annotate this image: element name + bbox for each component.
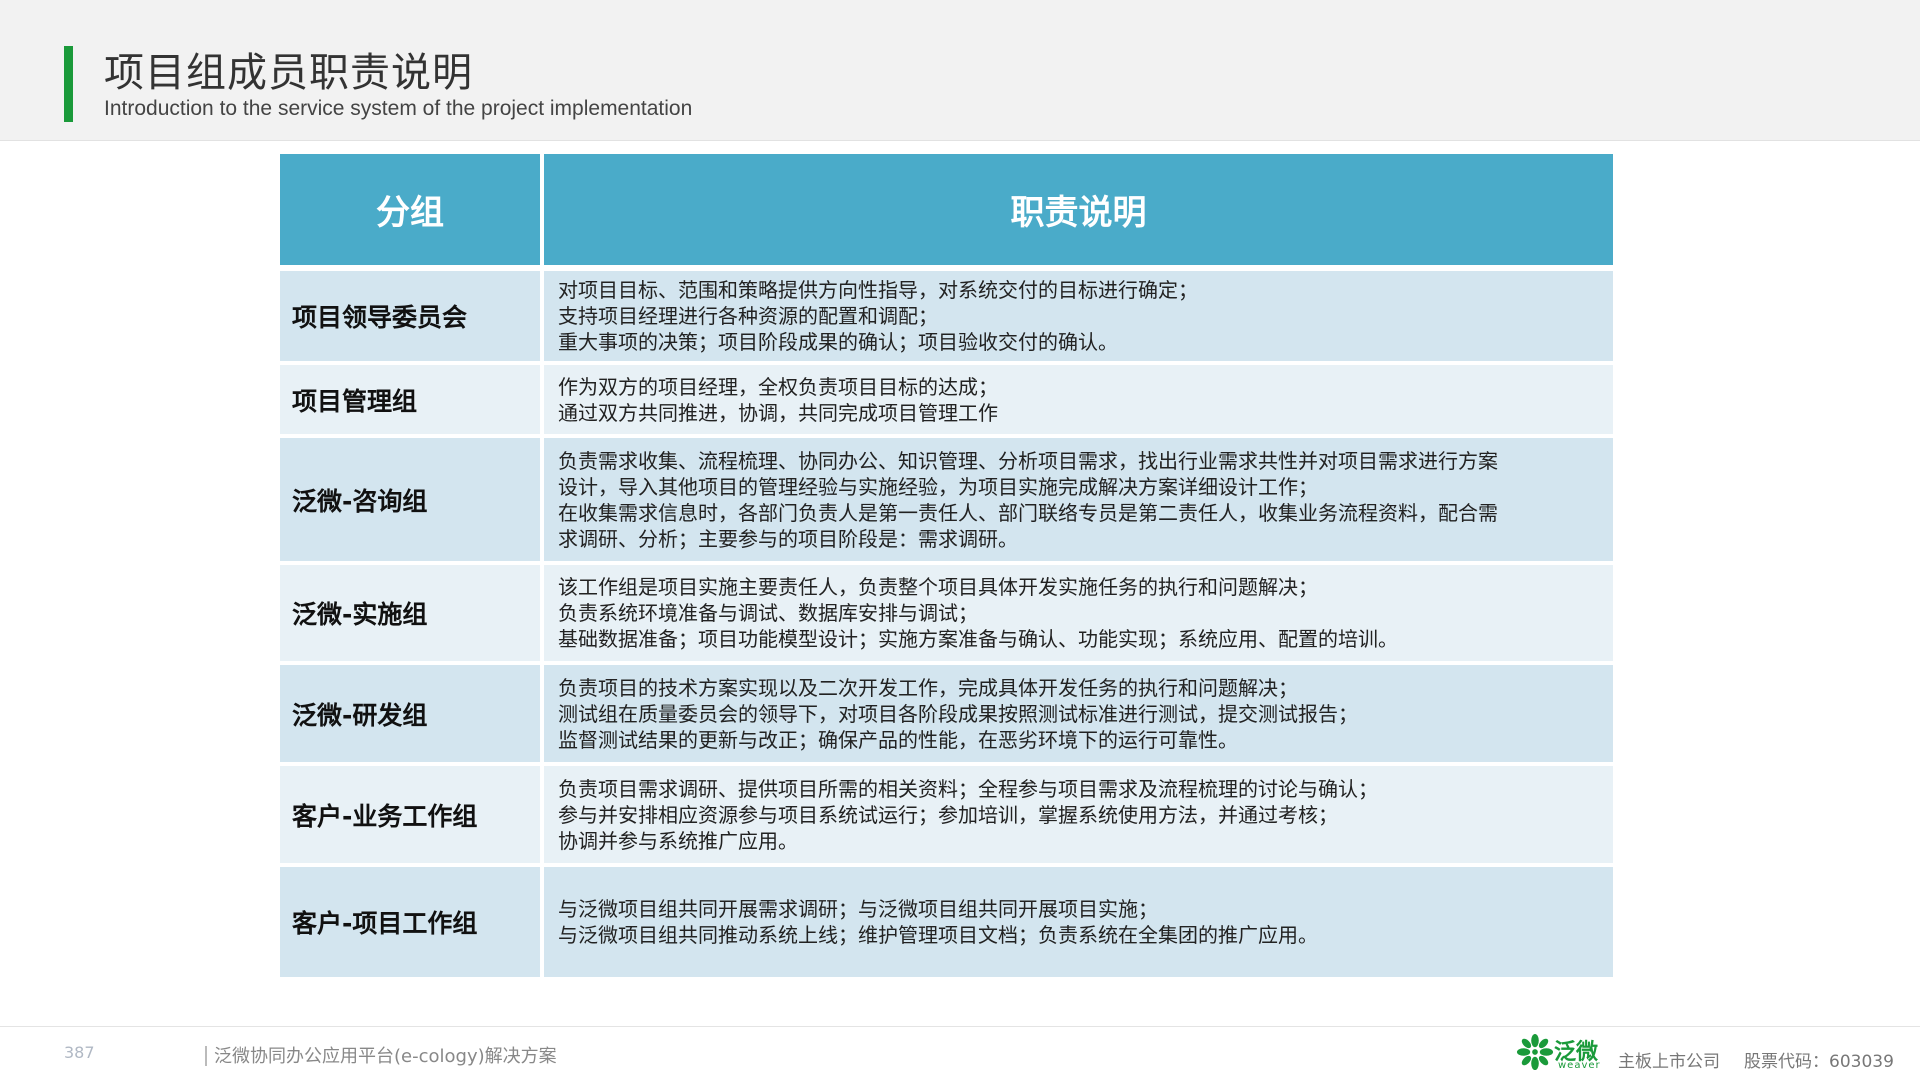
duty-line: 测试组在质量委员会的领导下，对项目各阶段成果按照测试标准进行测试，提交测试报告；: [558, 701, 1358, 726]
duty-line: 负责项目需求调研、提供项目所需的相关资料；全程参与项目需求及流程梳理的讨论与确认…: [558, 776, 1378, 801]
page-title: 项目组成员职责说明: [104, 50, 473, 96]
group-cell: 客户-项目工作组: [280, 867, 540, 977]
table-row: 泛微-研发组 负责项目的技术方案实现以及二次开发工作，完成具体开发任务的执行和问…: [280, 665, 1613, 762]
duty-line: 求调研、分析；主要参与的项目阶段是：需求调研。: [558, 526, 1018, 551]
document-title: 泛微协同办公应用平台(e-cology)解决方案: [214, 1046, 557, 1067]
duty-line: 协调并参与系统推广应用。: [558, 828, 798, 853]
weaver-logo: 泛微 weaver: [1516, 1033, 1602, 1075]
table-row: 客户-项目工作组 与泛微项目组共同开展需求调研；与泛微项目组共同开展项目实施； …: [280, 867, 1613, 977]
table-row: 泛微-实施组 该工作组是项目实施主要责任人，负责整个项目具体开发实施任务的执行和…: [280, 565, 1613, 661]
duty-line: 基础数据准备；项目功能模型设计；实施方案准备与确认、功能实现；系统应用、配置的培…: [558, 627, 1398, 651]
company-status: 主板上市公司: [1618, 1052, 1720, 1072]
table-row: 客户-业务工作组 负责项目需求调研、提供项目所需的相关资料；全程参与项目需求及流…: [280, 766, 1613, 863]
duty-line: 与泛微项目组共同开展需求调研；与泛微项目组共同开展项目实施；: [558, 897, 1158, 921]
duty-line: 负责系统环境准备与调试、数据库安排与调试；: [558, 601, 978, 625]
duty-cell: 作为双方的项目经理，全权负责项目目标的达成； 通过双方共同推进，协调，共同完成项…: [544, 365, 1613, 434]
page-subtitle: Introduction to the service system of th…: [104, 97, 693, 120]
group-cell: 泛微-咨询组: [280, 438, 540, 561]
weaver-flower-icon: [1516, 1033, 1554, 1071]
stock-code: 股票代码：603039: [1744, 1052, 1894, 1072]
responsibility-table: 分组 职责说明 项目领导委员会 对项目目标、范围和策略提供方向性指导，对系统交付…: [280, 154, 1613, 977]
footer-divider: [0, 1026, 1920, 1027]
duty-cell: 负责需求收集、流程梳理、协同办公、知识管理、分析项目需求，找出行业需求共性并对项…: [544, 438, 1613, 561]
duty-line: 负责需求收集、流程梳理、协同办公、知识管理、分析项目需求，找出行业需求共性并对项…: [558, 448, 1498, 473]
duty-cell: 对项目目标、范围和策略提供方向性指导，对系统交付的目标进行确定； 支持项目经理进…: [544, 271, 1613, 361]
duty-line: 该工作组是项目实施主要责任人，负责整个项目具体开发实施任务的执行和问题解决；: [558, 575, 1318, 599]
group-cell: 泛微-研发组: [280, 665, 540, 762]
duty-line: 与泛微项目组共同推动系统上线；维护管理项目文档；负责系统在全集团的推广应用。: [558, 923, 1318, 947]
title-accent-bar: [64, 46, 73, 122]
footer-separator: [205, 1046, 207, 1066]
duty-line: 设计，导入其他项目的管理经验与实施经验，为项目实施完成解决方案详细设计工作；: [558, 474, 1318, 499]
duty-line: 监督测试结果的更新与改正；确保产品的性能，在恶劣环境下的运行可靠性。: [558, 727, 1238, 752]
column-header-group: 分组: [280, 154, 540, 265]
duty-line: 负责项目的技术方案实现以及二次开发工作，完成具体开发任务的执行和问题解决；: [558, 675, 1298, 700]
duty-line: 在收集需求信息时，各部门负责人是第一责任人、部门联络专员是第二责任人，收集业务流…: [558, 500, 1498, 525]
group-cell: 泛微-实施组: [280, 565, 540, 661]
duty-line: 对项目目标、范围和策略提供方向性指导，对系统交付的目标进行确定；: [558, 278, 1198, 302]
logo-text-en: weaver: [1558, 1060, 1601, 1071]
table-row: 泛微-咨询组 负责需求收集、流程梳理、协同办公、知识管理、分析项目需求，找出行业…: [280, 438, 1613, 561]
page-number: 387: [64, 1043, 95, 1062]
table-header-row: 分组 职责说明: [280, 154, 1613, 265]
group-cell: 项目领导委员会: [280, 271, 540, 361]
table-row: 项目管理组 作为双方的项目经理，全权负责项目目标的达成； 通过双方共同推进，协调…: [280, 365, 1613, 434]
group-cell: 客户-业务工作组: [280, 766, 540, 863]
duty-line: 作为双方的项目经理，全权负责项目目标的达成；: [558, 374, 998, 399]
duty-line: 通过双方共同推进，协调，共同完成项目管理工作: [558, 400, 998, 425]
column-header-duty: 职责说明: [544, 154, 1613, 265]
duty-line: 重大事项的决策；项目阶段成果的确认；项目验收交付的确认。: [558, 330, 1118, 354]
duty-line: 支持项目经理进行各种资源的配置和调配；: [558, 304, 938, 328]
duty-cell: 负责项目需求调研、提供项目所需的相关资料；全程参与项目需求及流程梳理的讨论与确认…: [544, 766, 1613, 863]
group-cell: 项目管理组: [280, 365, 540, 434]
table-row: 项目领导委员会 对项目目标、范围和策略提供方向性指导，对系统交付的目标进行确定；…: [280, 271, 1613, 361]
duty-cell: 与泛微项目组共同开展需求调研；与泛微项目组共同开展项目实施； 与泛微项目组共同推…: [544, 867, 1613, 977]
duty-cell: 该工作组是项目实施主要责任人，负责整个项目具体开发实施任务的执行和问题解决； 负…: [544, 565, 1613, 661]
duty-cell: 负责项目的技术方案实现以及二次开发工作，完成具体开发任务的执行和问题解决； 测试…: [544, 665, 1613, 762]
slide-header: 项目组成员职责说明 Introduction to the service sy…: [0, 0, 1920, 141]
duty-line: 参与并安排相应资源参与项目系统试运行；参加培训，掌握系统使用方法，并通过考核；: [558, 802, 1338, 827]
